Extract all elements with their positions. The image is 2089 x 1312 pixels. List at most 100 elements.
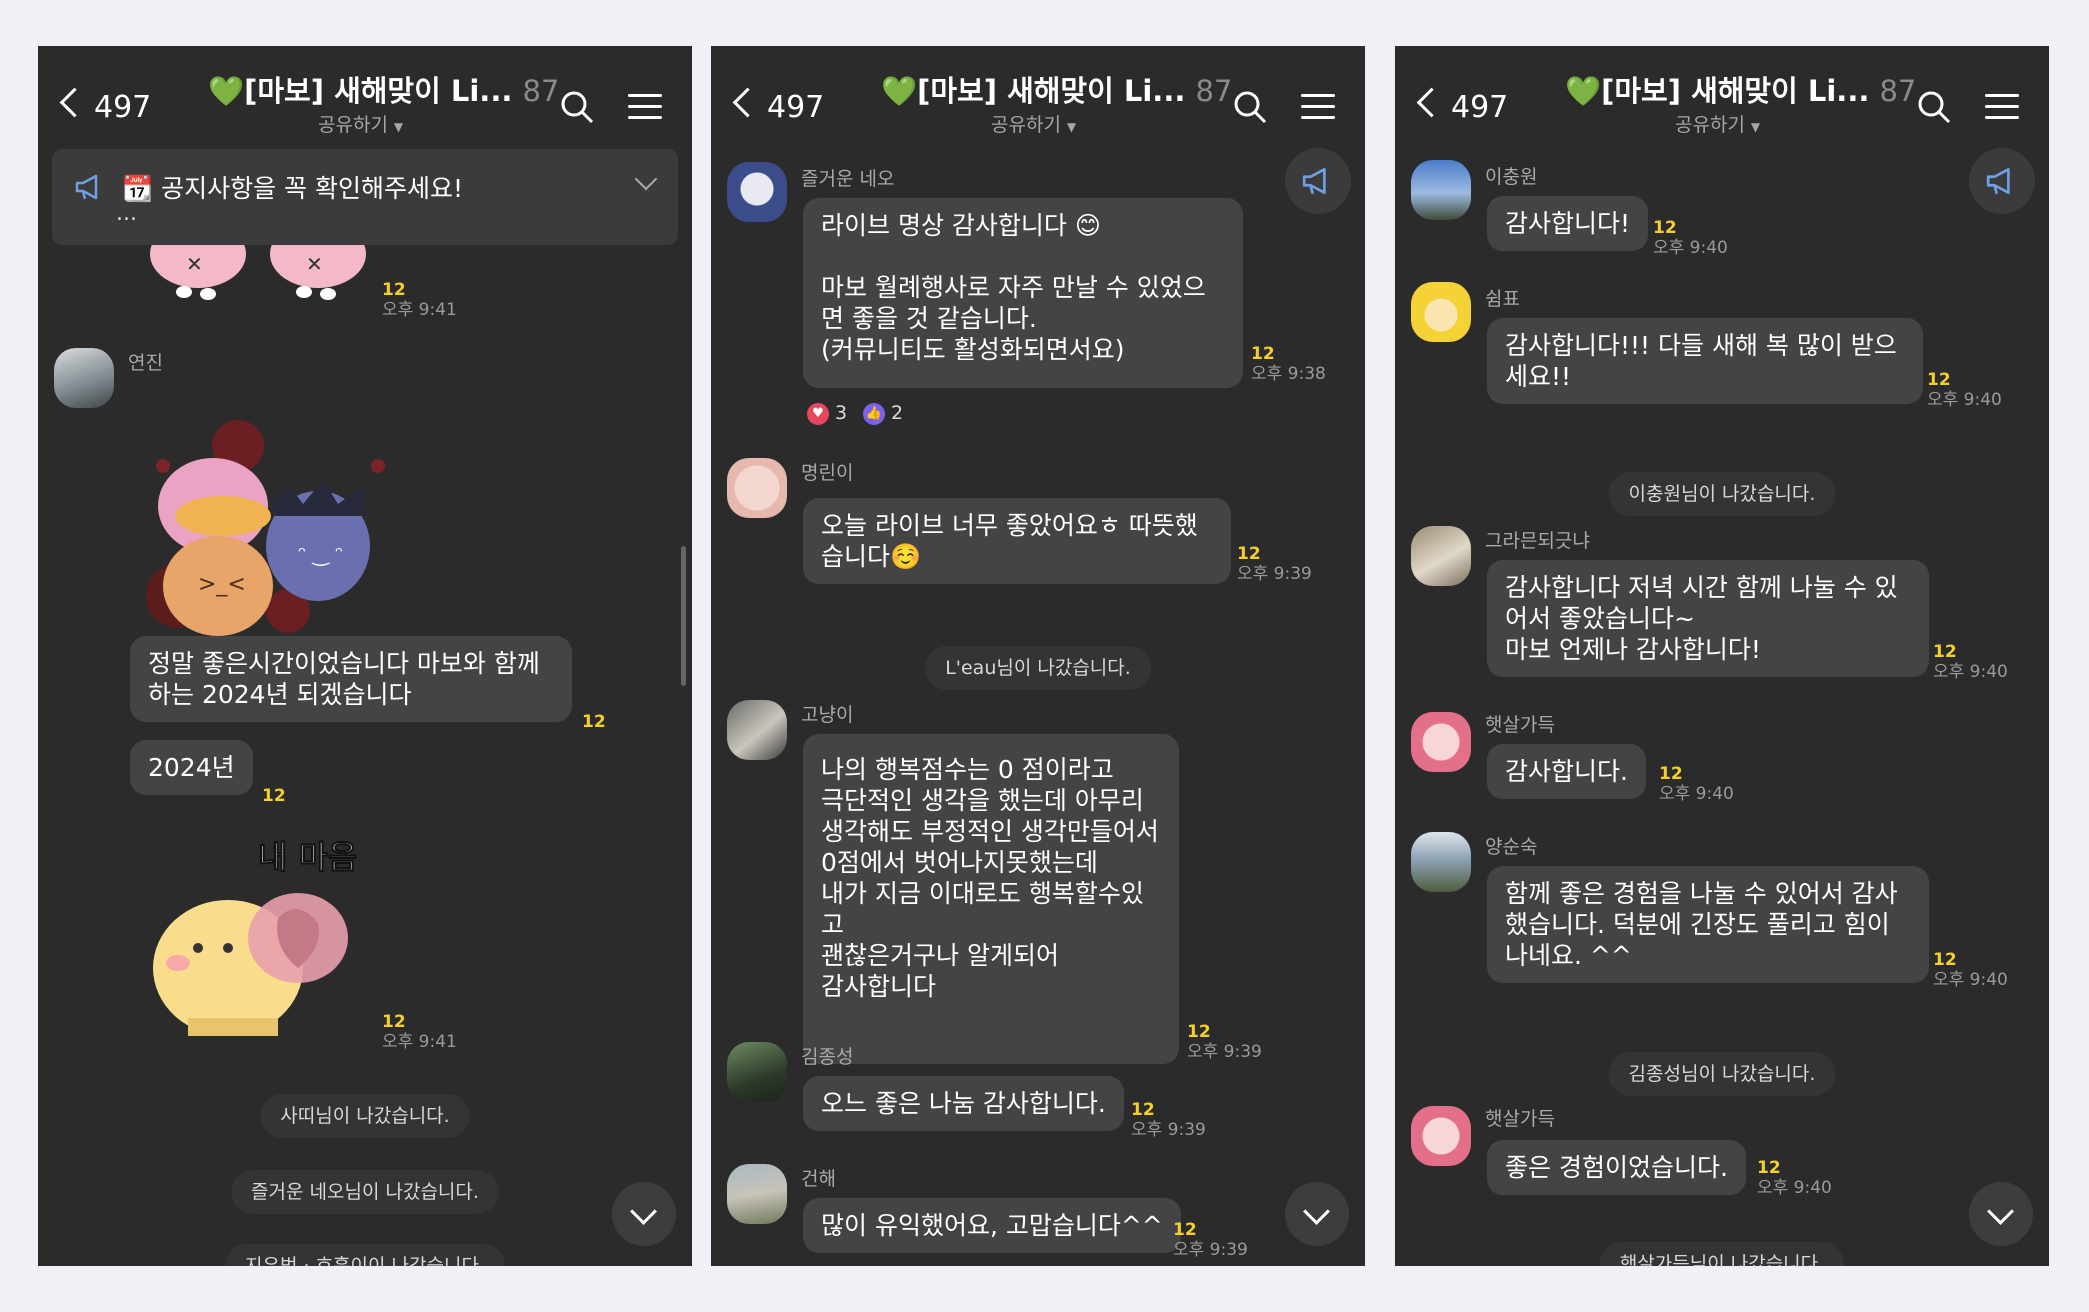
reaction-like[interactable]: 👍 2	[863, 402, 903, 425]
avatar[interactable]	[727, 1164, 787, 1224]
sticker-image: ✕ ✕	[150, 236, 366, 300]
message-meta: 12 오후 9:40	[1757, 1158, 1832, 1198]
message-bubble[interactable]: 감사합니다!	[1487, 196, 1649, 251]
avatar[interactable]	[1411, 526, 1471, 586]
message-meta: 12 오후 9:38	[1251, 344, 1326, 384]
message-bubble[interactable]: 정말 좋은시간이었습니다 마보와 함께하는 2024년 되겠습니다	[130, 636, 572, 722]
chat-title: 💚[마보] 새해맞이 Li... 87	[881, 68, 1232, 110]
green-heart-icon: 💚	[208, 74, 245, 108]
back-unread-count[interactable]: 497	[767, 90, 824, 125]
scroll-to-bottom-button[interactable]	[1969, 1182, 2033, 1246]
system-message: 이충원님이 나갔습니다.	[1608, 472, 1836, 516]
caret-down-icon: ▼	[1750, 120, 1761, 134]
search-icon[interactable]	[1233, 90, 1267, 124]
avatar[interactable]	[1411, 1106, 1471, 1166]
message-bubble[interactable]: 오느 좋은 나눔 감사합니다.	[803, 1076, 1124, 1131]
avatar[interactable]	[1411, 832, 1471, 892]
caret-down-icon: ▼	[1066, 120, 1077, 134]
member-count: 87	[522, 74, 560, 108]
menu-icon[interactable]	[1985, 94, 2019, 120]
sticker-image: >_< ᵔ ‿ ᵔ	[146, 420, 385, 636]
chat-panel-2: 497 💚[마보] 새해맞이 Li... 87 공유하기 ▼ 즐거운 네오 라이브…	[711, 46, 1365, 1266]
system-message: L'eau님이 나갔습니다.	[925, 646, 1151, 690]
avatar[interactable]	[727, 162, 787, 222]
svg-text:ᵔ ‿ ᵔ: ᵔ ‿ ᵔ	[298, 542, 343, 566]
avatar[interactable]	[54, 348, 114, 408]
sender-name: 햇살가득	[1485, 1108, 1555, 1130]
back-arrow-icon[interactable]	[59, 87, 90, 118]
message-bubble[interactable]: 함께 좋은 경험을 나눌 수 있어서 감사했습니다. 덕분에 긴장도 풀리고 힘…	[1487, 866, 1929, 983]
share-label: 공유하기	[1675, 114, 1745, 136]
chat-title: 💚[마보] 새해맞이 Li... 87	[208, 68, 559, 110]
notice-banner[interactable]: 📆 공지사항을 꼭 확인해주세요! ...	[52, 149, 678, 245]
sender-name: 양순숙	[1485, 836, 1538, 858]
message-bubble[interactable]: 오늘 라이브 너무 좋았어요ㅎ 따뜻했습니다☺️	[803, 498, 1231, 584]
message-bubble[interactable]: 감사합니다!!! 다들 새해 복 많이 받으세요!!	[1487, 318, 1923, 404]
notice-more: ...	[116, 201, 137, 226]
avatar[interactable]	[727, 1042, 787, 1102]
message-meta: 12 오후 9:40	[1653, 218, 1728, 258]
notice-button[interactable]	[1969, 148, 2035, 214]
chat-panel-1: 497 💚[마보] 새해맞이 Li... 87 공유하기 ▼ ✕ ✕ 📆 공지사항…	[38, 46, 692, 1266]
message-bubble[interactable]: 라이브 명상 감사합니다 😊 마보 월례행사로 자주 만날 수 있었으면 좋을 …	[803, 198, 1243, 388]
back-arrow-icon[interactable]	[1416, 87, 1447, 118]
share-dropdown[interactable]: 공유하기 ▼	[991, 110, 1076, 137]
chevron-down-icon	[630, 1198, 657, 1225]
search-icon[interactable]	[1917, 90, 1951, 124]
sticker-image: 내 마음	[153, 838, 358, 1036]
message-meta: 12 오후 9:40	[1933, 642, 2008, 682]
green-heart-icon: 💚	[1565, 74, 1602, 108]
green-heart-icon: 💚	[881, 74, 918, 108]
avatar[interactable]	[1411, 160, 1471, 220]
message-bubble[interactable]: 좋은 경험이었습니다.	[1487, 1140, 1746, 1195]
system-message: 지우범 · 호흡이이 나갔습니다.	[225, 1244, 505, 1266]
message-bubble[interactable]: 감사합니다.	[1487, 744, 1646, 799]
message-meta: 12 오후 9:40	[1933, 950, 2008, 990]
avatar[interactable]	[1411, 712, 1471, 772]
scrollbar[interactable]	[681, 546, 686, 686]
scroll-to-bottom-button[interactable]	[1285, 1182, 1349, 1246]
sender-name: 그라믄되긋냐	[1485, 530, 1590, 552]
notice-button[interactable]	[1285, 148, 1351, 214]
system-message: 즐거운 네오님이 나갔습니다.	[231, 1170, 499, 1214]
heart-icon: ♥	[807, 402, 829, 425]
message-bubble[interactable]: 2024년	[130, 740, 253, 795]
back-unread-count[interactable]: 497	[94, 90, 151, 125]
reaction-heart[interactable]: ♥ 3	[807, 402, 847, 425]
share-dropdown[interactable]: 공유하기 ▼	[1675, 110, 1760, 137]
avatar[interactable]	[727, 700, 787, 760]
notice-text: 📆 공지사항을 꼭 확인해주세요!	[122, 174, 463, 203]
share-label: 공유하기	[318, 114, 388, 136]
sender-name: 명린이	[801, 462, 854, 484]
caret-down-icon: ▼	[393, 120, 404, 134]
megaphone-icon	[75, 174, 98, 200]
svg-text:내 마음: 내 마음	[258, 838, 357, 876]
share-dropdown[interactable]: 공유하기 ▼	[318, 110, 403, 137]
chat-header: 497 💚[마보] 새해맞이 Li... 87 공유하기 ▼	[38, 46, 692, 141]
chat-title: 💚[마보] 새해맞이 Li... 87	[1565, 68, 1916, 110]
avatar[interactable]	[1411, 282, 1471, 342]
search-icon[interactable]	[560, 90, 594, 124]
megaphone-icon	[1302, 167, 1326, 195]
chevron-down-icon[interactable]	[634, 167, 658, 191]
sender-name: 햇살가득	[1485, 714, 1555, 736]
chat-title-text: [마보] 새해맞이 Li...	[244, 74, 513, 108]
member-count: 87	[1195, 74, 1233, 108]
back-arrow-icon[interactable]	[732, 87, 763, 118]
svg-text:>_<: >_<	[198, 572, 246, 597]
sender-name: 즐거운 네오	[801, 168, 895, 190]
chevron-down-icon	[1987, 1198, 2014, 1225]
sender-name: 김종성	[801, 1046, 854, 1068]
chevron-down-icon	[1303, 1198, 1330, 1225]
message-meta: 12 오후 9:40	[1659, 764, 1734, 804]
menu-icon[interactable]	[628, 94, 662, 120]
menu-icon[interactable]	[1301, 94, 1335, 120]
avatar[interactable]	[727, 458, 787, 518]
message-bubble[interactable]: 감사합니다 저녁 시간 함께 나눌 수 있어서 좋았습니다~ 마보 언제나 감사…	[1487, 560, 1929, 677]
scroll-to-bottom-button[interactable]	[612, 1182, 676, 1246]
back-unread-count[interactable]: 497	[1451, 90, 1508, 125]
system-message: 김종성님이 나갔습니다.	[1608, 1052, 1836, 1096]
message-bubble[interactable]: 나의 행복점수는 0 점이라고 극단적인 생각을 했는데 아무리 생각해도 부정…	[803, 734, 1179, 1064]
chat-header: 497 💚[마보] 새해맞이 Li... 87 공유하기 ▼	[1395, 46, 2049, 141]
message-bubble[interactable]: 많이 유익했어요, 고맙습니다^^	[803, 1198, 1181, 1253]
